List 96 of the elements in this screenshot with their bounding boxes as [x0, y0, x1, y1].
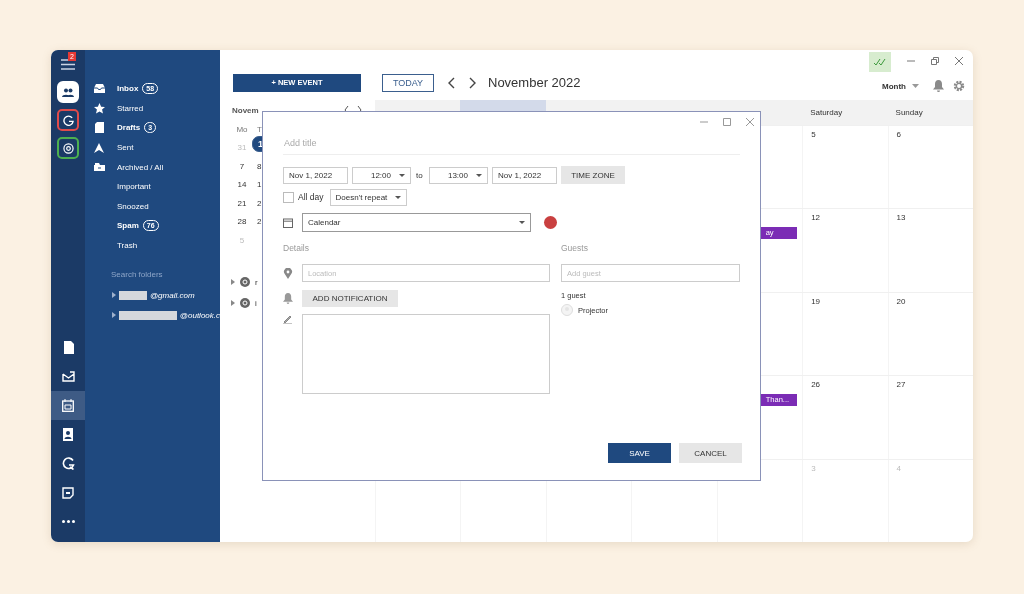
folder-item[interactable]: Trash [85, 235, 220, 256]
chevron-left-icon[interactable] [448, 76, 455, 89]
day-number: 27 [895, 379, 907, 390]
mini-calendar-day[interactable]: 21 [232, 196, 252, 211]
end-time-dropdown[interactable]: 13:00 [429, 166, 488, 184]
day-number: 6 [895, 129, 902, 139]
star-icon [93, 102, 105, 114]
day-number: 19 [810, 295, 822, 306]
restore-icon[interactable] [931, 57, 939, 65]
start-time-dropdown[interactable]: 12:00 [352, 166, 411, 184]
view-dropdown[interactable]: Month [882, 81, 906, 91]
day-number: 4 [895, 462, 902, 473]
caret-icon [394, 195, 401, 199]
cancel-button[interactable]: CANCEL [679, 443, 742, 463]
description-field[interactable] [302, 314, 550, 394]
sync-status-button[interactable] [869, 51, 891, 72]
caret-icon [476, 173, 482, 177]
maximize-icon[interactable] [723, 118, 731, 126]
archive-icon [93, 163, 105, 172]
to-label: to [416, 170, 424, 180]
expand-arrow-icon[interactable] [112, 292, 116, 299]
mini-calendar-day[interactable]: 28 [232, 214, 252, 229]
mini-calendar-title: Novem [232, 105, 260, 115]
contact-card-icon [62, 428, 74, 441]
caret-icon [399, 173, 405, 177]
expand-arrow-icon[interactable] [231, 279, 235, 285]
details-heading: Details [283, 243, 310, 255]
g-logo-icon [62, 114, 74, 126]
day-number: 12 [810, 212, 822, 223]
chevron-right-icon[interactable] [469, 76, 476, 89]
repeat-dropdown[interactable]: Doesn't repeat [329, 188, 407, 206]
menu-icon[interactable] [61, 59, 75, 70]
folder-item[interactable]: Snoozed [85, 196, 220, 217]
settings-icon[interactable] [953, 80, 965, 92]
weekday-header: Sunday [894, 107, 924, 119]
more-icon [61, 520, 75, 523]
all-day-label: All day [298, 192, 324, 202]
bell-icon [283, 293, 293, 304]
pencil-icon [283, 314, 293, 324]
folder-item[interactable]: Sent [85, 137, 220, 158]
period-title: November 2022 [488, 75, 581, 90]
account-button[interactable] [57, 137, 79, 159]
time-zone-button[interactable]: TIME ZONE [561, 166, 625, 184]
all-day-checkbox[interactable] [283, 191, 294, 203]
today-button[interactable]: TODAY [382, 73, 434, 92]
expand-arrow-icon[interactable] [112, 312, 116, 319]
calendar-name[interactable]: r [255, 277, 258, 287]
caret-icon [519, 221, 525, 224]
folder-item[interactable]: Starred [85, 98, 220, 119]
calendar-color-dot[interactable] [544, 216, 557, 229]
account-address[interactable]: @gmail.com [150, 290, 195, 300]
guests-heading: Guests [561, 243, 589, 255]
calendar-icon [283, 217, 293, 228]
document-icon [62, 341, 74, 354]
save-button[interactable]: SAVE [608, 443, 671, 463]
mini-calendar-day[interactable]: 7 [232, 159, 252, 174]
weekday-header: Saturday [809, 107, 844, 119]
bell-icon[interactable] [933, 80, 944, 92]
expand-arrow-icon[interactable] [231, 300, 235, 306]
envelope-icon [61, 371, 75, 382]
weekday-label: Mo [235, 123, 249, 136]
g-arrow-icon [61, 457, 75, 470]
weekday-label: T [256, 123, 263, 136]
day-number: 5 [810, 129, 817, 139]
calendar-name[interactable]: i [255, 298, 257, 308]
avatar-icon [561, 304, 573, 316]
search-folders-label: Search folders [110, 269, 164, 282]
people-icon [62, 87, 74, 97]
calendar-app-button[interactable] [51, 391, 85, 420]
redacted-block [119, 290, 147, 300]
folder-item[interactable]: Important [85, 176, 220, 197]
caret-icon[interactable] [912, 84, 919, 88]
start-date-field[interactable]: Nov 1, 2022 [283, 166, 348, 184]
calendar-dropdown[interactable]: Calendar [302, 213, 531, 232]
account-icon [240, 277, 250, 287]
document-icon [94, 122, 104, 134]
inbox-icon [93, 84, 105, 94]
day-number: 26 [810, 379, 822, 390]
location-pin-icon [283, 267, 293, 279]
day-number: 20 [895, 295, 907, 306]
double-check-icon [874, 57, 886, 66]
end-date-field[interactable]: Nov 1, 2022 [492, 166, 557, 184]
account-button[interactable] [57, 109, 79, 131]
account-address[interactable]: @outlook.c [179, 310, 220, 320]
day-number: 13 [895, 212, 907, 223]
calendar-icon [62, 399, 74, 412]
note-icon [62, 486, 74, 499]
close-icon[interactable] [955, 57, 963, 65]
folder-item[interactable]: Archived / All [85, 157, 220, 177]
close-icon[interactable] [746, 118, 754, 126]
add-notification-button[interactable]: ADD NOTIFICATION [302, 290, 398, 307]
mini-calendar-day[interactable]: 14 [232, 177, 252, 192]
account-icon [240, 298, 250, 308]
redacted-block [119, 310, 177, 320]
at-sign-icon [62, 142, 74, 154]
sent-icon [94, 142, 104, 153]
